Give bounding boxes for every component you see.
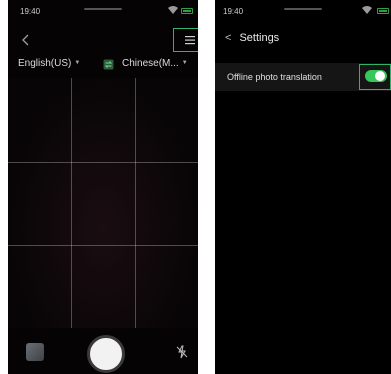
status-time: 19:40 [223,7,244,16]
target-language-selector[interactable]: Chinese(M... ▼ [122,58,188,69]
wifi-icon [362,6,372,14]
battery-icon [181,8,193,14]
source-language-selector[interactable]: English(US) ▼ [18,58,80,69]
menu-icon [185,36,195,45]
battery-icon [377,8,389,14]
setting-row-offline-photo-translation[interactable]: Offline photo translation [215,63,391,91]
wifi-icon [168,6,178,14]
camera-viewfinder[interactable] [8,78,198,328]
target-dropdown-icon: ▼ [181,60,188,66]
status-bar: 19:40 [8,0,198,22]
grid-line-horizontal [8,245,198,246]
grid-line-vertical [135,78,136,328]
status-bar: 19:40 [215,0,391,22]
shutter-button[interactable] [87,335,125,373]
source-dropdown-icon: ▼ [74,60,81,66]
setting-label: Offline photo translation [227,72,322,82]
notch-indicator [84,8,122,10]
notch-indicator [284,8,322,10]
target-language-label: Chinese(M... [122,58,179,69]
status-time: 19:40 [20,7,41,16]
grid-line-horizontal [8,162,198,163]
camera-translate-screen: 19:40 English(US) ▼ Chinese(M... ▼ [8,0,198,374]
settings-header: < Settings [225,32,279,44]
back-chevron-icon[interactable] [20,33,32,47]
grid-line-vertical [71,78,72,328]
gallery-thumbnail[interactable] [26,343,44,361]
settings-screen: 19:40 < Settings Offline photo translatio… [215,0,391,374]
page-title: Settings [239,32,280,44]
flash-off-icon[interactable] [176,345,188,359]
language-bar: English(US) ▼ Chinese(M... ▼ [8,58,198,74]
swap-languages-icon[interactable] [103,59,114,70]
toggle-knob [375,71,385,81]
back-chevron-icon[interactable]: < [225,32,231,44]
source-language-label: English(US) [18,58,72,69]
menu-button[interactable] [173,28,198,52]
